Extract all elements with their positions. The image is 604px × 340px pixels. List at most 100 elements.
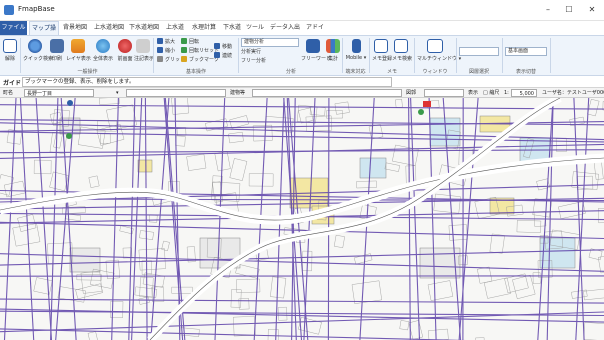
map-marker-icon[interactable] [67, 100, 73, 106]
rotate-icon [181, 38, 187, 44]
free-analysis-button[interactable]: フリー分析 [241, 58, 266, 65]
zoom-out-icon [157, 47, 163, 53]
tab-hydraulic-calc[interactable]: 水理計算 [190, 21, 218, 35]
tab-background-map[interactable]: 背景地図 [61, 21, 89, 35]
ribbon-tab-bar: ファイル ▾ マップ操作 背景地図 上水道地図 下水道地図 上水道 水理計算 下… [0, 21, 604, 46]
back-arrow-icon [118, 39, 132, 53]
display-mode-select[interactable]: 基本画面 [505, 47, 547, 56]
group-label-display-switch: 表示切替 [515, 69, 536, 75]
windows-icon [427, 39, 443, 53]
release-button[interactable]: 解除 [2, 39, 18, 62]
full-view-button[interactable]: 全体表示 [91, 39, 115, 62]
group-label-window: ウィンドウ [422, 69, 448, 75]
guide-message: ブックマークの登録、表示、削除をします。 [22, 77, 392, 87]
building-label: 建物等 [230, 90, 246, 96]
group-label-layer-select: 図層選択 [468, 69, 489, 75]
tab-water-map[interactable]: 上水道地図 [93, 21, 125, 35]
layer-display-button[interactable]: レイヤ表示 [66, 39, 91, 62]
file-menu-tab[interactable]: ファイル ▾ [0, 21, 27, 45]
guide-bar: ガイド ブックマークの登録、表示、削除をします。 [0, 76, 604, 88]
scale-prefix: 1: [504, 90, 509, 96]
analysis-run-button[interactable]: 分析実行 [241, 49, 261, 56]
group-separator [153, 38, 154, 73]
scale-input[interactable]: 5,000 [511, 89, 537, 97]
town-detail-select[interactable] [126, 89, 226, 97]
group-label-general: 一般操作 [77, 69, 98, 75]
tab-sewer-map[interactable]: 下水道地図 [128, 21, 160, 35]
app-logo-icon [4, 5, 14, 15]
continuous-icon [214, 52, 220, 58]
group-label-terminal: 端末対応 [345, 69, 366, 75]
rotate-button[interactable]: 回転 [181, 38, 199, 45]
layer-select-dropdown[interactable] [459, 47, 499, 56]
map-drawing[interactable] [0, 98, 604, 340]
print-button[interactable]: 印刷 [49, 39, 65, 62]
guide-label: ガイド [3, 80, 22, 87]
bar-chart-icon [326, 39, 340, 53]
map-canvas[interactable] [0, 98, 604, 340]
globe-icon [96, 39, 110, 53]
move-icon [214, 43, 220, 49]
memo-add-icon [374, 39, 388, 53]
printer-icon [50, 39, 64, 53]
zoom-in-icon [157, 38, 163, 44]
ribbon-panel: 解除 クイック検索 印刷 レイヤ表示 全体表示 前画面 注記表示 一般操作 拡大… [0, 35, 604, 76]
tab-water[interactable]: 上水道 [164, 21, 186, 35]
title-bar: FmapBase – ☐ ✕ [0, 0, 604, 21]
map-red-marker-icon[interactable] [423, 101, 431, 107]
group-separator [502, 38, 503, 73]
minimize-button[interactable]: – [540, 3, 556, 17]
group-label-basic: 基本操作 [185, 69, 206, 75]
label-icon [136, 39, 150, 53]
group-separator [369, 38, 370, 73]
tab-data-io[interactable]: データ入出力 [268, 21, 302, 45]
memo-search-button[interactable]: メモ検索 [392, 39, 412, 62]
continuous-button[interactable]: 連続 [214, 52, 232, 59]
group-separator [20, 38, 21, 73]
zoom-out-button[interactable]: 縮小 [157, 47, 175, 54]
label-display-button[interactable]: 注記表示 [134, 39, 154, 62]
binoculars-icon [28, 39, 42, 53]
move-button[interactable]: 移動 [214, 43, 232, 50]
window-title: FmapBase [18, 5, 55, 13]
memo-register-button[interactable]: メモ登録 [372, 39, 392, 62]
close-button[interactable]: ✕ [584, 3, 600, 17]
mobile-phone-icon [351, 39, 361, 53]
rotate-reset-icon [181, 47, 187, 53]
monitor-search-icon [306, 39, 320, 53]
zoom-in-button[interactable]: 拡大 [157, 38, 175, 45]
town-dropdown-arrow-icon[interactable]: ▾ [116, 89, 119, 97]
tab-sewer[interactable]: 下水道 [221, 21, 243, 35]
esc-icon [3, 39, 17, 53]
town-label: 町名 [3, 90, 14, 96]
grid-icon [157, 56, 163, 62]
building-select[interactable] [252, 89, 402, 97]
layer-label: 図郭 [406, 90, 417, 96]
tab-map-operation[interactable]: マップ操作 [29, 21, 59, 46]
map-marker-icon[interactable] [66, 133, 72, 139]
group-separator [550, 38, 551, 73]
memo-search-icon [394, 39, 408, 53]
multi-window-button[interactable]: マルチウィンドウ ▾ [417, 39, 461, 62]
quick-search-button[interactable]: クイック検索 [23, 39, 53, 62]
group-label-memo: メモ [386, 69, 397, 75]
layer-select[interactable] [424, 89, 464, 97]
group-separator [414, 38, 415, 73]
prev-screen-button[interactable]: 前画面 [116, 39, 134, 62]
fixed-scale-checkbox[interactable]: □ 縮尺 [483, 89, 499, 97]
map-marker-icon[interactable] [418, 109, 424, 115]
town-select[interactable]: 長野一丁目 [24, 89, 94, 97]
display-label: 表示 [468, 90, 479, 96]
map-pipe-line [327, 98, 330, 340]
group-label-analysis: 分析 [285, 69, 296, 75]
maximize-button[interactable]: ☐ [561, 3, 577, 17]
total-button[interactable]: 集計 [326, 39, 340, 62]
user-name: ユーザ名：テストユーザ0001 [542, 90, 604, 96]
analysis-target-select[interactable]: 建物分析 [241, 38, 299, 47]
tab-tools[interactable]: ツール [246, 21, 264, 35]
bookmark-icon [181, 56, 187, 62]
group-separator [238, 38, 239, 73]
free-word-button[interactable]: フリーワード [301, 39, 331, 62]
tab-addin[interactable]: アドイン [304, 21, 326, 45]
mobile-button[interactable]: Mobile ▾ [345, 39, 367, 61]
